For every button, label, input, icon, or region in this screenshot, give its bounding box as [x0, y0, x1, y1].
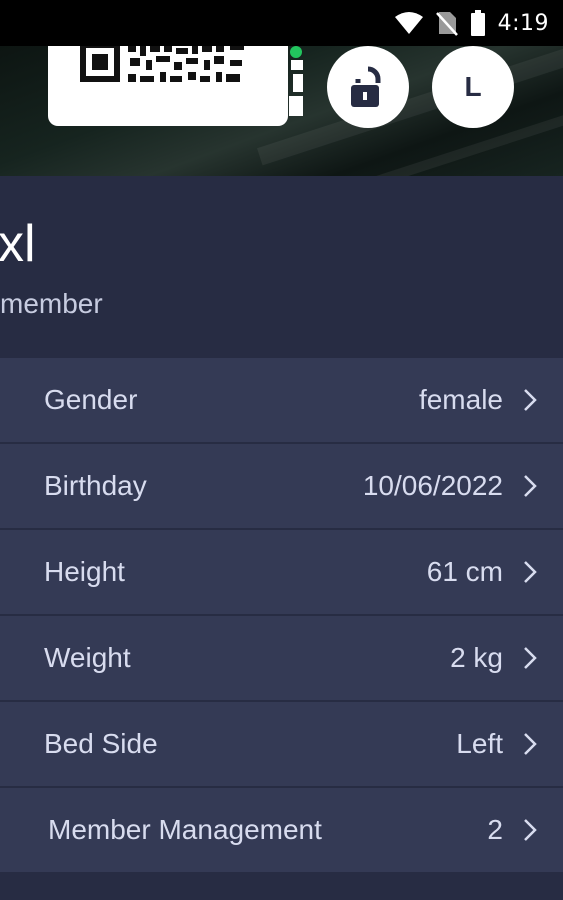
status-icons: 4:19 — [394, 8, 549, 38]
header-banner: L — [0, 46, 563, 176]
row-label: Birthday — [44, 470, 147, 501]
lock-button[interactable] — [327, 46, 409, 128]
qr-code-icon — [80, 46, 244, 82]
profile-header: xl member — [0, 176, 563, 358]
no-sim-icon — [435, 12, 458, 36]
height-row[interactable]: Height 61 cm — [0, 530, 563, 616]
row-label: Weight — [44, 642, 131, 673]
chevron-right-icon — [524, 475, 537, 497]
status-bar: 4:19 — [0, 0, 563, 46]
birthday-row[interactable]: Birthday 10/06/2022 — [0, 444, 563, 530]
unlock-icon — [351, 66, 381, 107]
qr-card-edge — [289, 60, 303, 116]
profile-name: xl — [0, 215, 36, 273]
chevron-right-icon — [524, 389, 537, 411]
battery-icon — [470, 10, 485, 36]
row-label: Height — [44, 556, 125, 587]
row-label: Bed Side — [44, 728, 158, 759]
status-time: 4:19 — [497, 10, 549, 36]
gender-row[interactable]: Gender female — [0, 358, 563, 444]
chevron-right-icon — [524, 647, 537, 669]
chevron-right-icon — [524, 819, 537, 841]
avatar-letter: L — [464, 71, 482, 102]
online-indicator — [290, 46, 302, 58]
chevron-right-icon — [524, 733, 537, 755]
row-label: Gender — [44, 384, 138, 415]
bed-side-row[interactable]: Bed Side Left — [0, 702, 563, 788]
page-bottom — [0, 876, 563, 900]
row-value: female — [418, 384, 503, 415]
wifi-icon — [394, 12, 423, 34]
avatar-button[interactable]: L — [432, 46, 514, 128]
row-value: Left — [456, 728, 503, 759]
member-management-row[interactable]: Member Management 2 — [0, 788, 563, 874]
row-value: 2 kg — [450, 642, 503, 673]
chevron-right-icon — [524, 561, 537, 583]
row-value: 61 cm — [426, 556, 503, 587]
profile-role: member — [0, 288, 103, 319]
row-value: 10/06/2022 — [362, 470, 503, 501]
weight-row[interactable]: Weight 2 kg — [0, 616, 563, 702]
qr-code-card[interactable] — [48, 46, 288, 126]
member-count: 2 — [487, 814, 503, 845]
settings-list: Gender female Birthday 10/06/2022 Height… — [0, 358, 563, 874]
row-label: Member Management — [48, 814, 322, 845]
